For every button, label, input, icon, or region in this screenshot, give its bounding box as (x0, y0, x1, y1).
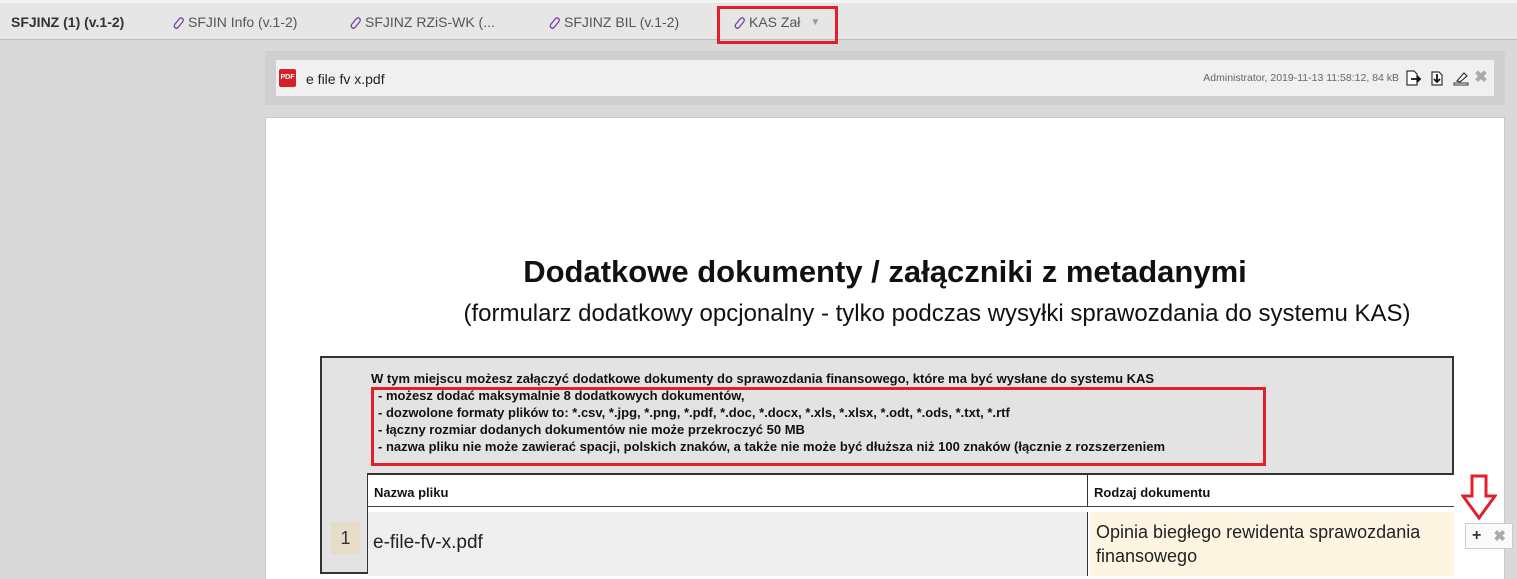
tab-sfjinz-bil[interactable]: SFJINZ BIL (v.1-2) (548, 14, 679, 30)
column-header-document-type: Rodzaj dokumentu (1088, 475, 1454, 507)
tab-label: SFJIN Info (v.1-2) (188, 14, 298, 30)
export-icon[interactable] (1404, 69, 1422, 87)
tab-label: SFJINZ (1) (v.1-2) (11, 14, 125, 30)
remove-row-button[interactable]: ✖ (1493, 527, 1506, 545)
row-number: 1 (331, 522, 360, 554)
attachment-row: PDF e file fv x.pdf Administrator, 2019-… (276, 60, 1494, 96)
document-page: Dodatkowe dokumenty / załączniki z metad… (265, 117, 1505, 579)
tab-label: SFJINZ RZiS-WK (... (365, 14, 495, 30)
download-icon[interactable] (1428, 69, 1446, 87)
row-controls: + ✖ (1465, 523, 1513, 549)
page-title: Dodatkowe dokumenty / załączniki z metad… (523, 254, 1247, 289)
tab-bar: SFJINZ (1) (v.1-2) SFJIN Info (v.1-2) SF… (0, 0, 1517, 44)
highlight-box-rules (371, 387, 1266, 466)
close-icon[interactable]: ✖ (1472, 69, 1490, 87)
highlight-box-tab (717, 6, 838, 44)
paperclip-icon (173, 16, 184, 29)
column-header-file-name: Nazwa pliku (368, 475, 1088, 507)
attachment-meta: Administrator, 2019-11-13 11:58:12, 84 k… (1203, 72, 1399, 84)
document-type-cell[interactable]: Opinia biegłego rewidenta sprawozdania f… (1090, 512, 1454, 576)
attachments-table: Nazwa pliku Rodzaj dokumentu e-file-fv-x… (367, 473, 1454, 576)
tab-sfjinz-rzis-wk[interactable]: SFJINZ RZiS-WK (... (349, 14, 495, 30)
paperclip-icon (350, 16, 361, 29)
sign-icon[interactable] (1452, 69, 1470, 87)
tab-label: SFJINZ BIL (v.1-2) (564, 14, 680, 30)
tab-sfjinz[interactable]: SFJINZ (1) (v.1-2) (11, 14, 124, 30)
file-name-cell[interactable]: e-file-fv-x.pdf (368, 512, 1088, 576)
add-row-button[interactable]: + (1472, 527, 1481, 545)
arrow-down-icon (1461, 474, 1497, 520)
tab-sfjin-info[interactable]: SFJIN Info (v.1-2) (172, 14, 297, 30)
page-subtitle: (formularz dodatkowy opcjonalny - tylko … (463, 300, 1411, 327)
attachments-form: W tym miejscu możesz załączyć dodatkowe … (320, 356, 1454, 576)
info-line: W tym miejscu możesz załączyć dodatkowe … (371, 371, 1155, 386)
pdf-file-icon: PDF (279, 69, 296, 87)
attachment-panel: PDF e file fv x.pdf Administrator, 2019-… (265, 51, 1505, 105)
paperclip-icon (549, 16, 560, 29)
attachment-file-name[interactable]: e file fv x.pdf (306, 71, 385, 87)
